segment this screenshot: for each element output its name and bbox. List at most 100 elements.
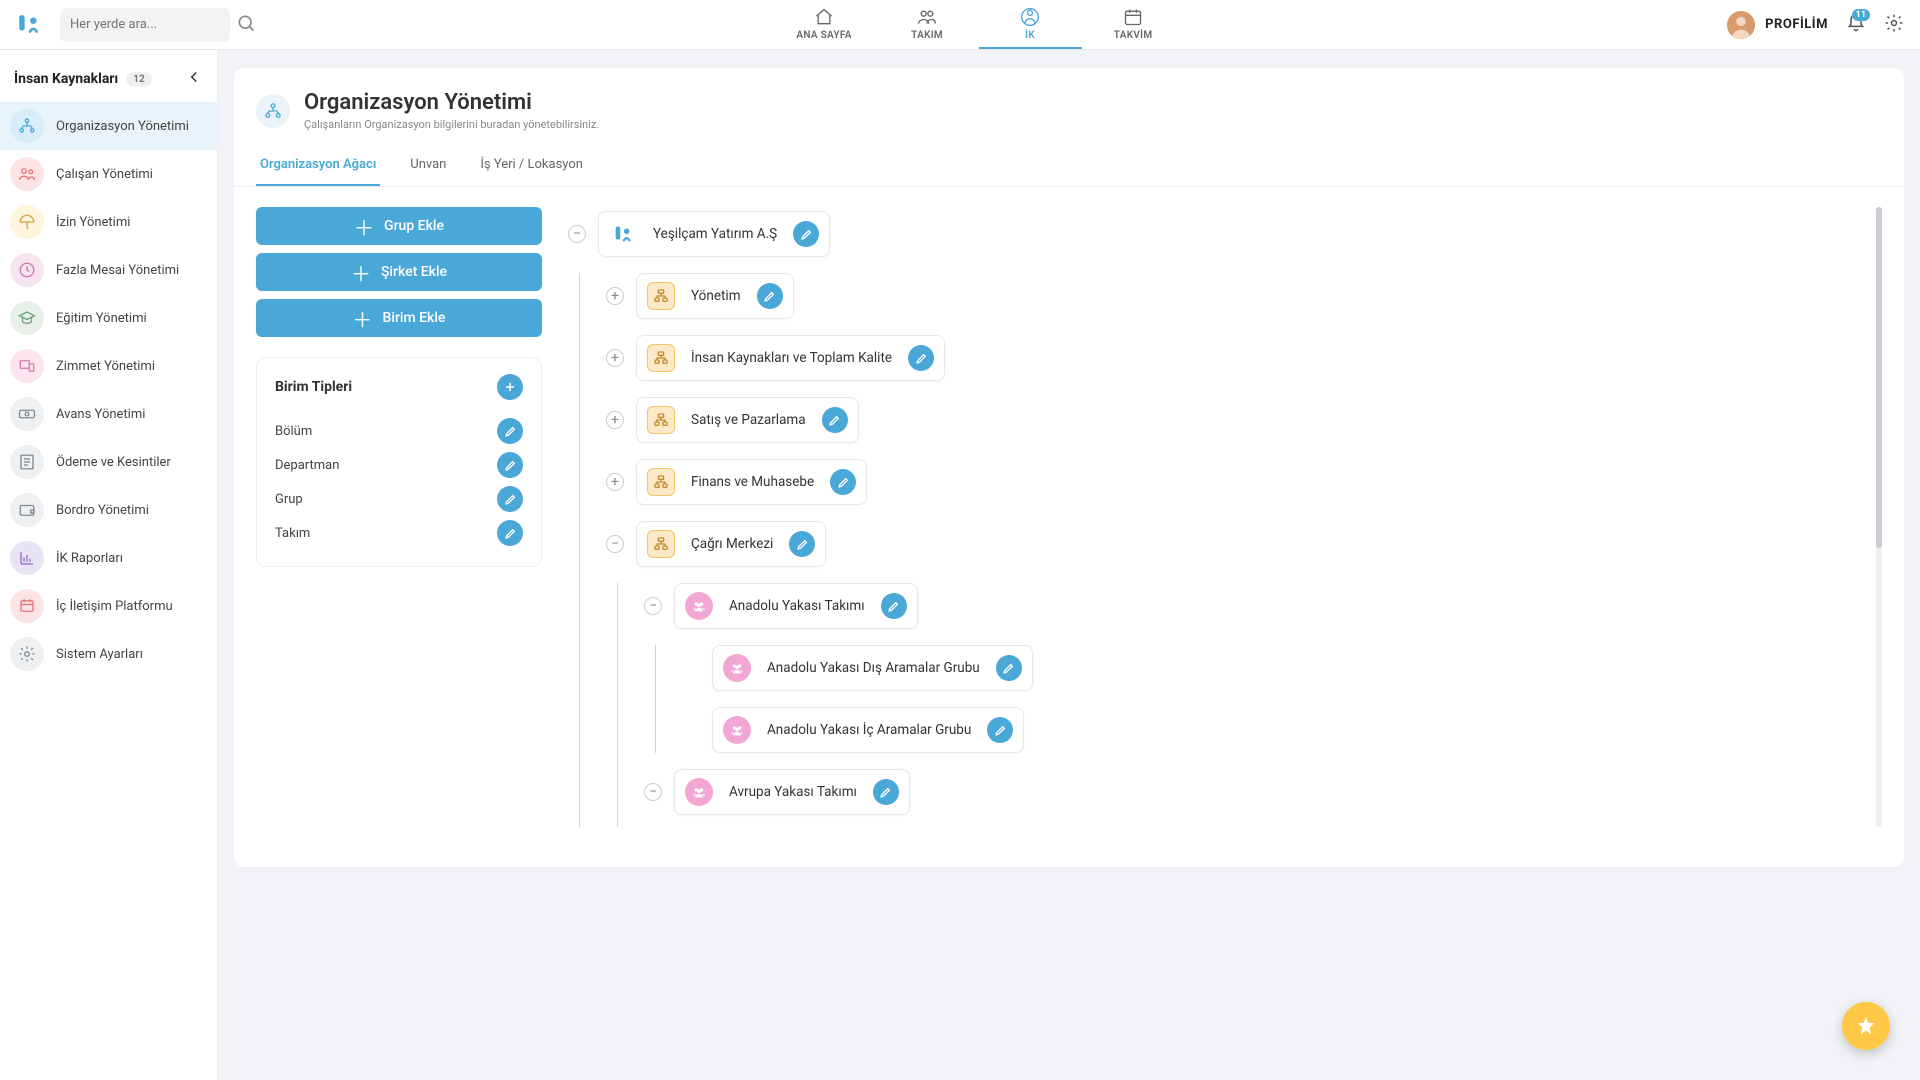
nav-calendar[interactable]: TAKVİM [1082,0,1185,49]
unit-type-row: Departman [275,448,523,482]
sidebar-item-8[interactable]: Bordro Yönetimi [0,486,217,534]
sidebar-item-4[interactable]: Eğitim Yönetimi [0,294,217,342]
unit-type-label: Takım [275,526,310,541]
tab-org-tree[interactable]: Organizasyon Ağacı [256,149,380,186]
add-group-button[interactable]: ＋ Grup Ekle [256,207,542,245]
sidebar-item-9[interactable]: İK Raporları [0,534,217,582]
edit-unit-type-button[interactable] [497,486,523,512]
notifications-button[interactable]: 11 [1846,13,1866,37]
tree-scrollbar[interactable] [1876,207,1882,827]
tree-node-label: Yönetim [691,288,741,304]
page-subtitle: Çalışanların Organizasyon bilgilerini bu… [304,118,599,131]
add-group-label: Grup Ekle [384,218,444,234]
tree-node-card[interactable]: Yeşilçam Yatırım A.Ş [598,211,830,257]
tree-node-label: Yeşilçam Yatırım A.Ş [653,226,777,242]
sidebar-item-11[interactable]: Sistem Ayarları [0,630,217,678]
org-icon [256,94,290,128]
edit-node-button[interactable] [789,531,815,557]
menu-icon [10,109,44,143]
fab-button[interactable] [1842,1002,1890,1050]
sidebar-item-5[interactable]: Zimmet Yönetimi [0,342,217,390]
sidebar-header: İnsan Kaynakları 12 [0,50,217,102]
company-icon [609,220,637,248]
tree-node-card[interactable]: Çağrı Merkezi [636,521,826,567]
unit-type-row: Bölüm [275,414,523,448]
unit-type-label: Grup [275,492,303,507]
tree-node: + İnsan Kaynakları ve Toplam Kalite [606,335,1882,381]
tree-node-label: Çağrı Merkezi [691,536,773,552]
tab-title[interactable]: Unvan [406,149,450,186]
search-icon[interactable] [236,13,256,37]
tree-node-label: Satış ve Pazarlama [691,412,806,428]
menu-label: Eğitim Yönetimi [56,311,147,326]
tree-node-card[interactable]: Finans ve Muhasebe [636,459,867,505]
edit-unit-type-button[interactable] [497,520,523,546]
add-unit-type-button[interactable] [497,374,523,400]
edit-unit-type-button[interactable] [497,418,523,444]
edit-node-button[interactable] [757,283,783,309]
sidebar-menu: Organizasyon YönetimiÇalışan Yönetimi İzi… [0,102,217,678]
menu-label: İzin Yönetimi [56,215,130,230]
tree-node-card[interactable]: Avrupa Yakası Takımı [674,769,910,815]
sidebar: İnsan Kaynakları 12 Organizasyon Yönetim… [0,50,218,1080]
menu-icon [10,205,44,239]
edit-node-button[interactable] [908,345,934,371]
edit-node-button[interactable] [830,469,856,495]
tree-toggle[interactable]: + [606,411,624,429]
tree-toggle[interactable]: + [606,473,624,491]
menu-label: Zimmet Yönetimi [56,359,155,374]
app-logo[interactable] [16,12,42,38]
hr-icon [1019,6,1041,28]
sidebar-item-0[interactable]: Organizasyon Yönetimi [0,102,217,150]
tree-node-card[interactable]: Anadolu Yakası Dış Aramalar Grubu [712,645,1033,691]
edit-node-button[interactable] [873,779,899,805]
sidebar-title: İnsan Kaynakları [14,71,118,87]
tree-toggle[interactable]: − [606,535,624,553]
edit-node-button[interactable] [822,407,848,433]
tree-node-label: Anadolu Yakası İç Aramalar Grubu [767,722,971,738]
notif-badge: 11 [1852,9,1870,21]
sidebar-item-10[interactable]: İç İletişim Platformu [0,582,217,630]
menu-icon [10,445,44,479]
nav-home[interactable]: ANA SAYFA [773,0,876,49]
tree-node-card[interactable]: Satış ve Pazarlama [636,397,859,443]
edit-node-button[interactable] [996,655,1022,681]
sidebar-item-3[interactable]: Fazla Mesai Yönetimi [0,246,217,294]
tree-node: Anadolu Yakası İç Aramalar Grubu [682,707,1882,753]
add-company-button[interactable]: ＋ Şirket Ekle [256,253,542,291]
sidebar-item-7[interactable]: Ödeme ve Kesintiler [0,438,217,486]
tree-node-card[interactable]: İnsan Kaynakları ve Toplam Kalite [636,335,945,381]
search-input[interactable] [70,17,236,32]
sidebar-item-1[interactable]: Çalışan Yönetimi [0,150,217,198]
tab-location[interactable]: İş Yeri / Lokasyon [476,149,587,186]
tree-node-card[interactable]: Anadolu Yakası Takımı [674,583,918,629]
tree-node-card[interactable]: Anadolu Yakası İç Aramalar Grubu [712,707,1024,753]
edit-node-button[interactable] [987,717,1013,743]
tree-toggle[interactable]: + [606,287,624,305]
tree-node-card[interactable]: Yönetim [636,273,794,319]
profile-link[interactable]: PROFİLİM [1727,11,1828,39]
tree-node-label: Avrupa Yakası Takımı [729,784,857,800]
sidebar-item-2[interactable]: İzin Yönetimi [0,198,217,246]
tree-toggle[interactable]: − [568,225,586,243]
unit-type-label: Departman [275,458,339,473]
sidebar-collapse-button[interactable] [185,68,203,90]
menu-label: Sistem Ayarları [56,647,143,662]
page-title: Organizasyon Yönetimi [304,90,599,115]
plus-icon: ＋ [354,212,374,241]
nav-team[interactable]: TAKIM [876,0,979,49]
tree-toggle[interactable]: − [644,783,662,801]
menu-icon [10,301,44,335]
tree-node-label: Anadolu Yakası Takımı [729,598,865,614]
edit-node-button[interactable] [881,593,907,619]
menu-icon [10,541,44,575]
edit-unit-type-button[interactable] [497,452,523,478]
add-unit-button[interactable]: ＋ Birim Ekle [256,299,542,337]
tree-toggle[interactable]: + [606,349,624,367]
edit-node-button[interactable] [793,221,819,247]
sidebar-item-6[interactable]: Avans Yönetimi [0,390,217,438]
nav-hr[interactable]: İK [979,0,1082,49]
tree-toggle[interactable]: − [644,597,662,615]
menu-label: İç İletişim Platformu [56,599,173,614]
settings-button[interactable] [1884,13,1904,37]
